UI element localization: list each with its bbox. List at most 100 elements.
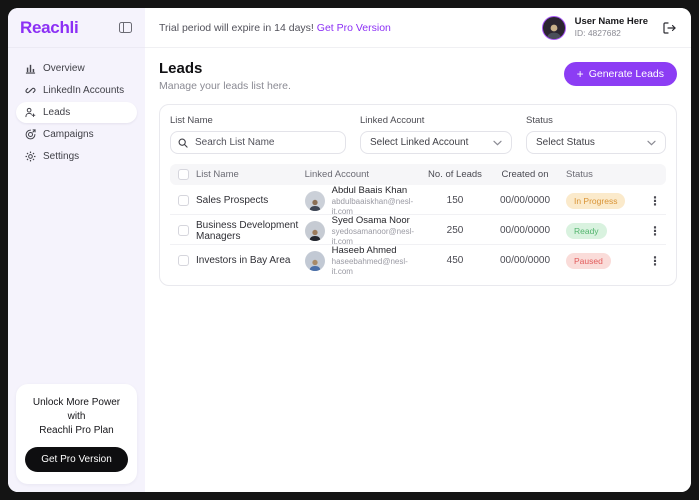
promo-text: Unlock More Power with Reachli Pro Plan [24, 396, 129, 438]
person-add-icon [24, 107, 36, 119]
linked-account-select[interactable]: Select Linked Account [360, 131, 512, 154]
user-meta: User Name Here ID: 4827682 [575, 16, 648, 39]
search-icon [178, 138, 188, 148]
sidebar-nav: Overview LinkedIn Accounts Leads Campaig… [8, 48, 145, 167]
leads-card: List Name Linked Account Select Linked A… [159, 104, 677, 286]
search-list-name-input[interactable] [170, 131, 346, 154]
linked-account-cell: Abdul Baais Khan abdulbaaiskhan@nesl-it.… [304, 185, 426, 217]
sidebar-collapse-icon[interactable] [117, 20, 133, 36]
status-badge: In Progress [565, 192, 626, 209]
sidebar-item-campaigns[interactable]: Campaigns [16, 124, 137, 145]
account-name: Syed Osama Noor [331, 215, 410, 226]
list-name-cell: Sales Prospects [196, 195, 269, 207]
list-name-cell: Business Development Managers [196, 219, 299, 242]
linked-account-cell: Syed Osama Noor syedosamanoor@nesl-it.co… [304, 215, 426, 247]
trial-text: Trial period will expire in 14 days! [159, 21, 314, 34]
filter-status: Status Select Status [526, 115, 666, 154]
account-name: Haseeb Ahmed [331, 245, 397, 256]
user-avatar [541, 15, 566, 40]
account-email: syedosamanoor@nesl-it.com [331, 226, 415, 246]
user-box[interactable]: User Name Here ID: 4827682 [541, 15, 677, 40]
chevron-down-icon [493, 140, 502, 146]
status-badge: Paused [565, 252, 611, 269]
sidebar-item-label: Leads [43, 107, 71, 118]
filters-row: List Name Linked Account Select Linked A… [170, 115, 666, 154]
filter-list-name: List Name [170, 115, 346, 154]
leads-count-cell: 150 [446, 195, 464, 207]
get-pro-version-link[interactable]: Get Pro Version [317, 22, 391, 34]
status-cell: Ready [565, 222, 644, 239]
bar-chart-icon [24, 63, 36, 75]
screenshot-frame: Reachli Overview LinkedIn Accounts Leads… [0, 0, 699, 500]
filter-list-name-label: List Name [170, 115, 213, 126]
account-avatar [304, 250, 325, 271]
topbar: Trial period will expire in 14 days! Get… [145, 8, 691, 48]
app-window: Reachli Overview LinkedIn Accounts Leads… [8, 8, 691, 492]
col-no-of-leads: No. of Leads [428, 169, 482, 180]
row-checkbox[interactable] [178, 195, 189, 207]
table-row: Sales Prospects Abdul Baais Khan abdulba… [170, 185, 666, 217]
col-list-name: List Name [196, 169, 239, 180]
sidebar: Reachli Overview LinkedIn Accounts Leads… [8, 8, 145, 492]
main-area: Trial period will expire in 14 days! Get… [145, 8, 691, 492]
page-title: Leads [159, 60, 203, 77]
campaign-icon [24, 129, 36, 141]
sidebar-item-label: Campaigns [43, 129, 94, 140]
link-icon [24, 85, 36, 97]
account-email: haseebahmed@nesl-it.com [331, 256, 408, 276]
sidebar-item-label: Settings [43, 151, 80, 162]
table-row: Investors in Bay Area Haseeb Ahmed hasee… [170, 245, 666, 277]
col-status: Status [565, 169, 593, 180]
account-meta: Haseeb Ahmed haseebahmed@nesl-it.com [332, 245, 426, 277]
account-meta: Syed Osama Noor syedosamanoor@nesl-it.co… [332, 215, 426, 247]
filter-status-label: Status [526, 115, 553, 126]
gear-icon [24, 151, 36, 163]
leads-count-cell: 250 [446, 225, 464, 237]
sidebar-item-settings[interactable]: Settings [16, 146, 137, 167]
row-actions-kebab-icon[interactable]: ⋮ [644, 195, 666, 207]
sidebar-item-leads[interactable]: Leads [16, 102, 137, 123]
logout-icon[interactable] [661, 20, 677, 36]
chevron-down-icon [647, 140, 656, 146]
created-on-cell: 00/00/0000 [499, 255, 551, 267]
status-cell: In Progress [565, 192, 644, 209]
filter-linked-account: Linked Account Select Linked Account [360, 115, 512, 154]
page-header-text: Leads Manage your leads list here. [159, 60, 291, 92]
row-checkbox[interactable] [178, 255, 189, 267]
trial-banner: Trial period will expire in 14 days! Get… [159, 22, 391, 34]
leads-page: Leads Manage your leads list here. + Gen… [145, 48, 691, 492]
select-all-checkbox[interactable] [178, 169, 189, 180]
status-select-value: Select Status [536, 137, 595, 148]
row-actions-kebab-icon[interactable]: ⋮ [644, 255, 666, 267]
promo-text-line1: Unlock More Power with [32, 397, 121, 422]
row-checkbox[interactable] [178, 225, 189, 237]
account-email: abdulbaaiskhan@nesl-it.com [331, 196, 414, 216]
generate-leads-label: Generate Leads [588, 68, 664, 80]
account-meta: Abdul Baais Khan abdulbaaiskhan@nesl-it.… [332, 185, 426, 217]
pro-plan-promo-card: Unlock More Power with Reachli Pro Plan … [16, 384, 137, 484]
user-name: User Name Here [574, 16, 648, 28]
leads-table: List Name Linked Account No. of Leads Cr… [170, 164, 666, 277]
page-header: Leads Manage your leads list here. + Gen… [159, 60, 677, 92]
generate-leads-button[interactable]: + Generate Leads [563, 62, 677, 86]
sidebar-item-overview[interactable]: Overview [16, 58, 137, 79]
created-on-cell: 00/00/0000 [499, 195, 551, 207]
user-id: ID: 4827682 [574, 28, 621, 39]
sidebar-logo-row: Reachli [8, 8, 145, 48]
col-created-on: Created on [501, 169, 549, 180]
sidebar-item-label: LinkedIn Accounts [43, 85, 125, 96]
col-linked-account: Linked Account [304, 169, 370, 180]
sidebar-item-linkedin-accounts[interactable]: LinkedIn Accounts [16, 80, 137, 101]
account-name: Abdul Baais Khan [331, 185, 408, 196]
row-actions-kebab-icon[interactable]: ⋮ [644, 225, 666, 237]
page-subtitle: Manage your leads list here. [159, 80, 291, 92]
table-row: Business Development Managers Syed Osama… [170, 215, 666, 247]
get-pro-version-button[interactable]: Get Pro Version [25, 447, 128, 472]
sidebar-item-label: Overview [43, 63, 85, 74]
promo-text-line2: Reachli Pro Plan [39, 425, 114, 436]
linked-account-select-value: Select Linked Account [370, 137, 469, 148]
table-header-row: List Name Linked Account No. of Leads Cr… [170, 164, 666, 185]
list-name-cell: Investors in Bay Area [196, 255, 291, 267]
status-select[interactable]: Select Status [526, 131, 666, 154]
